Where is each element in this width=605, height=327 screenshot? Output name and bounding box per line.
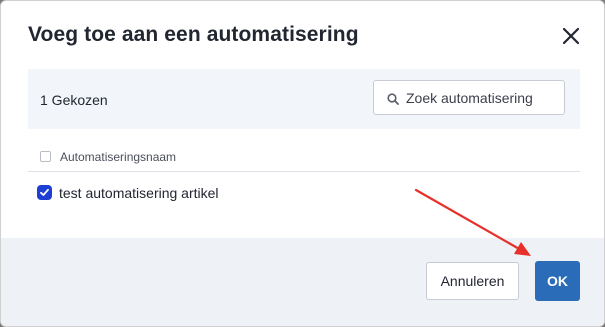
selection-toolbar: 1 Gekozen [28, 69, 580, 129]
dialog-title: Voeg toe aan een automatisering [28, 23, 359, 46]
search-box[interactable] [373, 80, 565, 115]
dialog-footer: Annuleren OK [1, 238, 604, 326]
select-all-checkbox[interactable] [40, 151, 51, 162]
search-icon [387, 92, 399, 105]
ok-button[interactable]: OK [535, 261, 580, 301]
close-icon[interactable] [560, 25, 582, 47]
checkmark-icon [40, 188, 49, 196]
automation-name: test automatisering artikel [59, 185, 219, 201]
dialog-header: Voeg toe aan een automatisering [1, 1, 604, 71]
cancel-button[interactable]: Annuleren [426, 262, 519, 300]
row-checkbox[interactable] [38, 186, 51, 199]
add-to-automation-dialog: Voeg toe aan een automatisering 1 Gekoze… [0, 0, 605, 327]
column-header-automation-name: Automatiseringsnaam [60, 150, 177, 164]
table-row[interactable]: test automatisering artikel [28, 173, 580, 211]
table-header: Automatiseringsnaam [28, 141, 580, 172]
selected-count: 1 Gekozen [40, 92, 108, 108]
search-input[interactable] [406, 88, 556, 108]
